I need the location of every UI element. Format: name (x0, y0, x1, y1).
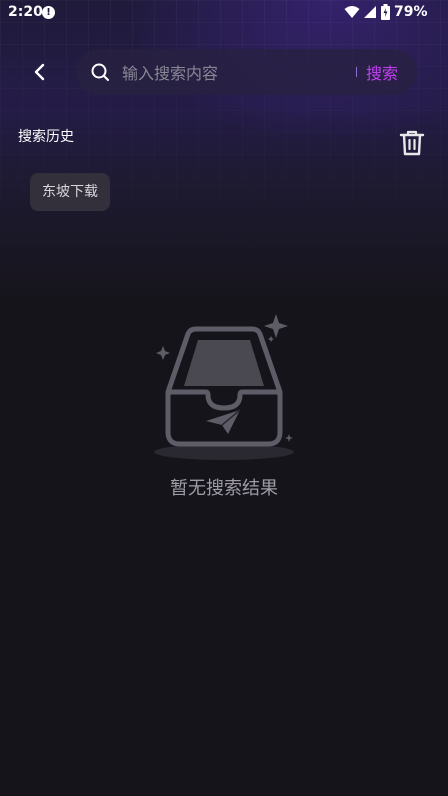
signal-icon (364, 6, 376, 18)
history-title: 搜索历史 (18, 129, 74, 145)
chevron-left-icon (34, 63, 45, 81)
trash-icon (399, 130, 425, 156)
wifi-icon (344, 6, 360, 18)
search-input[interactable] (120, 60, 344, 86)
empty-state-message: 暂无搜索结果 (170, 478, 278, 499)
clear-history-button[interactable] (399, 129, 425, 157)
history-item[interactable]: 东坡下载 (30, 173, 110, 211)
empty-inbox-icon (154, 314, 294, 460)
back-button[interactable] (26, 58, 54, 86)
search-bar: 搜索 (76, 49, 417, 95)
search-divider (356, 67, 357, 77)
battery-percentage: 79% (394, 4, 428, 20)
status-time: 2:20 (8, 4, 43, 20)
search-button[interactable]: 搜索 (366, 60, 398, 84)
search-icon (91, 63, 109, 81)
battery-icon (381, 4, 390, 20)
alert-icon: ! (42, 6, 55, 19)
status-bar: 2:20 ! 79% (0, 0, 448, 26)
